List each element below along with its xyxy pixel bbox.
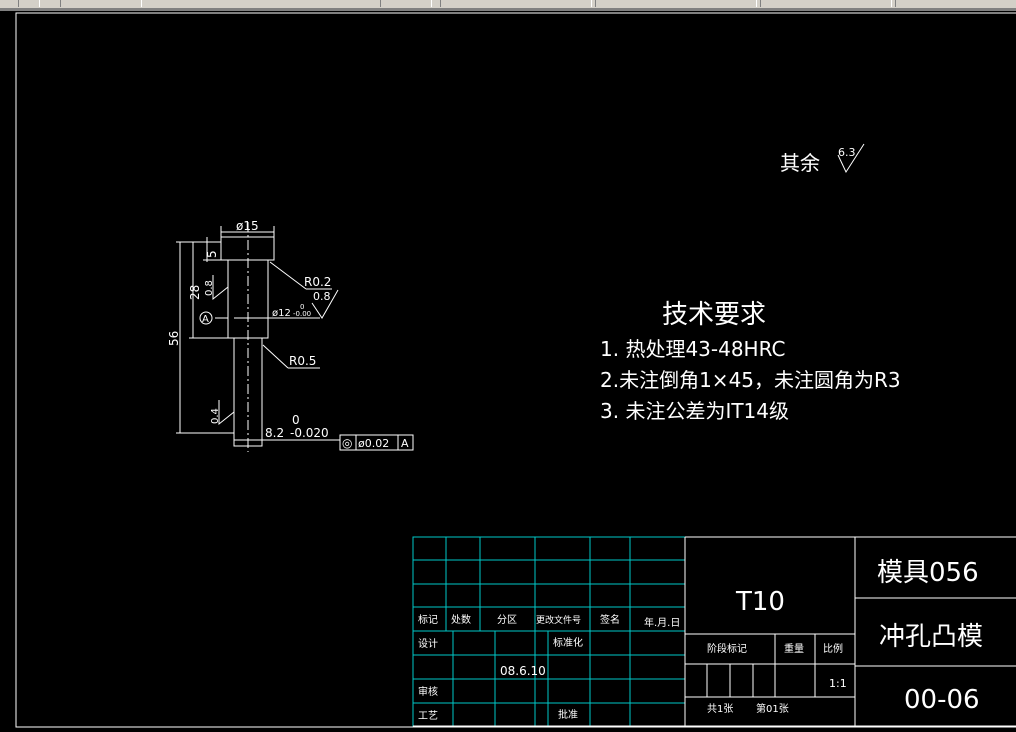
surface-finish-prefix: 其余 (780, 151, 820, 175)
tb-process-label: 工艺 (418, 710, 438, 722)
tb-design-label: 设计 (418, 637, 438, 650)
tb-weight-label: 重量 (784, 642, 804, 655)
dim-shank-length: 28 (188, 285, 202, 300)
title-block: 标记 处数 分区 更改文件号 签名 年.月.日 设计 标准化 08.6.10 审… (412, 536, 1016, 727)
tb-header-change-doc: 更改文件号 (536, 614, 581, 626)
dim-head-height: 5 (205, 250, 219, 258)
tech-req-item-3: 3. 未注公差为IT14级 (600, 399, 789, 423)
drawing-sheet[interactable]: 其余 6.3 A ø15 5 28 56 0.8 0.4 R0.2 0.8 ø1… (0, 0, 1016, 732)
dim-punch-tol-lower: -0.020 (290, 426, 329, 440)
dim-neck-radius: R0.5 (289, 354, 316, 368)
fcf-tolerance: ø0.02 (358, 437, 389, 450)
tb-scale-label: 比例 (823, 642, 843, 655)
roughness-left-top: 0.8 (204, 280, 215, 296)
tb-check-label: 审核 (418, 685, 438, 698)
tb-header-date: 年.月.日 (644, 616, 680, 629)
tech-req-title: 技术要求 (662, 300, 766, 330)
tb-standardize-label: 标准化 (553, 636, 583, 649)
surface-finish-value: 6.3 (838, 146, 856, 159)
dim-punch-tol-upper: 0 (292, 413, 300, 427)
feature-control-frame: ◎ ø0.02 A (339, 434, 414, 451)
dim-total-length: 56 (167, 331, 181, 346)
dim-body-diameter: ø12 (272, 308, 291, 319)
dim-body-tol-lower: -0.00 (293, 310, 311, 318)
tb-header-signature: 签名 (600, 613, 620, 626)
fcf-symbol: ◎ (342, 436, 352, 450)
tech-req-item-2: 2.未注倒角1×45，未注圆角为R3 (600, 368, 901, 392)
tb-sheet-no: 第01张 (756, 702, 789, 715)
tb-header-mark: 标记 (418, 614, 438, 626)
dim-head-radius: R0.2 (304, 275, 331, 289)
dim-top-diameter: ø15 (236, 219, 259, 233)
tb-part-name: 冲孔凸模 (879, 622, 983, 652)
tb-project: 模具056 (877, 558, 979, 588)
fcf-datum: A (401, 437, 409, 450)
dim-punch-diameter: 8.2 (265, 426, 284, 440)
tb-header-count: 处数 (451, 613, 471, 626)
dimension-lines (176, 226, 340, 446)
tb-stage-label: 阶段标记 (707, 642, 747, 655)
datum-a-label: A (202, 314, 209, 325)
tb-header-zone: 分区 (497, 614, 517, 626)
punch-part-view (220, 222, 275, 452)
tb-date: 08.6.10 (500, 664, 546, 678)
body-finish-value: 0.8 (313, 290, 331, 303)
tb-approve-label: 批准 (558, 708, 578, 721)
tb-drawing-no: 00-06 (904, 685, 980, 715)
tech-req-item-1: 1. 热处理43-48HRC (600, 337, 785, 361)
tb-scale: 1:1 (829, 677, 847, 690)
tb-sheets-total: 共1张 (707, 703, 733, 715)
roughness-left-bottom: 0.4 (210, 408, 221, 424)
tb-material: T10 (735, 587, 785, 617)
